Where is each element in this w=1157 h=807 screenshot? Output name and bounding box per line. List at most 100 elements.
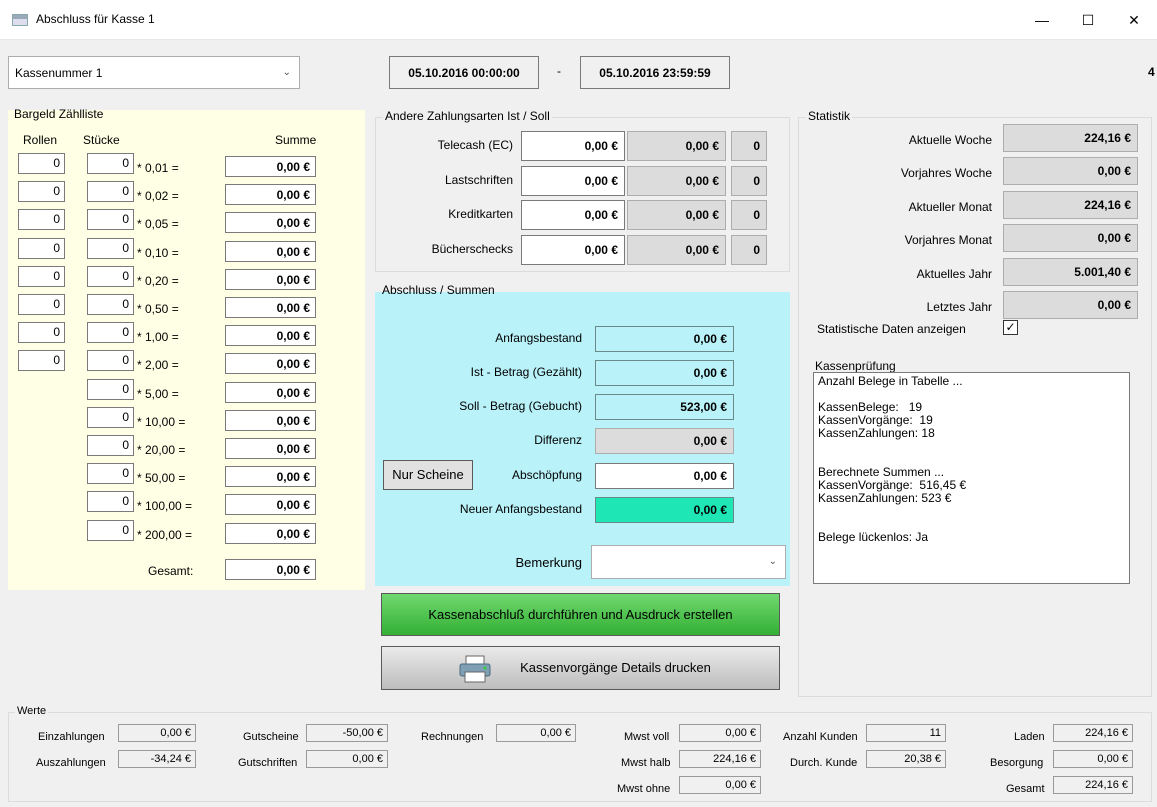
auszahlungen-value: -34,24 €: [118, 750, 196, 768]
factor-label: * 0,05 =: [137, 217, 179, 232]
zahlungsart-ist-input[interactable]: 0,00 €: [521, 131, 625, 161]
kasse-select[interactable]: Kassenummer 1 ⌄: [8, 56, 300, 89]
besorgung-label: Besorgung: [990, 757, 1044, 769]
minimize-button[interactable]: —: [1019, 6, 1065, 34]
zahlungsart-count: 0: [731, 234, 767, 265]
bemerkung-select[interactable]: ⌄: [591, 545, 786, 579]
zahlungsart-label: Bücherschecks: [431, 241, 513, 256]
einzahlungen-label: Einzahlungen: [38, 731, 105, 743]
statistik-label: Vorjahres Monat: [904, 233, 992, 248]
close-button[interactable]: ✕: [1111, 6, 1157, 34]
row-summe: 0,00 €: [225, 353, 316, 375]
row-summe: 0,00 €: [225, 184, 316, 206]
rollen-input[interactable]: 0: [18, 350, 65, 372]
zahlungsart-ist-input[interactable]: 0,00 €: [521, 200, 625, 231]
gutschriften-value: 0,00 €: [306, 750, 388, 768]
statistik-value: 0,00 €: [1003, 291, 1138, 319]
maximize-button[interactable]: ☐: [1065, 6, 1111, 34]
gutscheine-value: -50,00 €: [306, 724, 388, 742]
abschluss-title: Abschluss / Summen: [382, 283, 495, 297]
zahlungsart-label: Telecash (EC): [437, 138, 513, 152]
auszahlungen-label: Auszahlungen: [36, 757, 106, 769]
zahlungsart-label: Kreditkarten: [448, 207, 513, 222]
mwst-voll-value: 0,00 €: [679, 724, 761, 742]
gutschriften-label: Gutschriften: [238, 757, 298, 769]
laden-value: 224,16 €: [1053, 724, 1133, 742]
rollen-input[interactable]: 0: [18, 294, 65, 315]
date-to: 05.10.2016 23:59:59: [580, 56, 730, 89]
abschoepfung-label: Abschöpfung: [511, 468, 582, 482]
rollen-input[interactable]: 0: [18, 181, 65, 203]
title-bar: Abschluss für Kasse 1 — ☐ ✕: [0, 0, 1157, 40]
stuecke-input[interactable]: 0: [87, 350, 134, 372]
zahlungsart-ist-input[interactable]: 0,00 €: [521, 165, 625, 196]
rollen-input[interactable]: 0: [18, 209, 65, 231]
rollen-input[interactable]: 0: [18, 153, 65, 174]
statistik-label: Letztes Jahr: [926, 300, 992, 314]
factor-label: * 0,20 =: [137, 273, 179, 288]
stuecke-input[interactable]: 0: [87, 519, 134, 541]
row-summe: 0,00 €: [225, 297, 316, 318]
stuecke-input[interactable]: 0: [87, 294, 134, 315]
details-drucken-button[interactable]: Kassenvorgänge Details drucken: [381, 646, 780, 690]
chevron-down-icon: ⌄: [768, 556, 777, 567]
nur-scheine-button[interactable]: Nur Scheine: [383, 460, 473, 490]
row-summe: 0,00 €: [225, 409, 316, 431]
stuecke-input[interactable]: 0: [87, 265, 134, 287]
gesamt-label: Gesamt:: [148, 564, 194, 578]
neuer-anfangsbestand-label: Neuer Anfangsbestand: [459, 502, 582, 516]
zahlungsart-soll: 0,00 €: [627, 200, 726, 231]
mwst-ohne-label: Mwst ohne: [617, 783, 671, 795]
rollen-input[interactable]: 0: [18, 237, 65, 259]
factor-label: * 1,00 =: [137, 330, 179, 345]
stuecke-input[interactable]: 0: [87, 491, 134, 513]
stuecke-input[interactable]: 0: [87, 378, 134, 400]
mwst-halb-value: 224,16 €: [679, 750, 761, 768]
kasse-select-value: Kassenummer 1: [15, 66, 103, 80]
werte-gesamt-label: Gesamt: [1006, 783, 1045, 795]
row-summe: 0,00 €: [225, 381, 316, 403]
kassenpruefung-text[interactable]: Anzahl Belege in Tabelle ... KassenBeleg…: [813, 372, 1130, 584]
statistik-label: Aktuelles Jahr: [916, 266, 992, 281]
col-summe: Summe: [275, 133, 317, 147]
statistik-label: Vorjahres Woche: [900, 166, 992, 181]
rollen-input[interactable]: 0: [18, 322, 65, 344]
statistik-value: 0,00 €: [1003, 224, 1138, 253]
zahlungsart-count: 0: [731, 200, 767, 231]
anzahl-kunden-value: 11: [866, 724, 946, 742]
stuecke-input[interactable]: 0: [87, 181, 134, 203]
anzahl-kunden-label: Anzahl Kunden: [783, 731, 858, 743]
corner-value: 4: [1148, 65, 1155, 79]
werte-gesamt-value: 224,16 €: [1053, 776, 1133, 794]
abschoepfung-input[interactable]: 0,00 €: [595, 463, 734, 489]
factor-label: * 100,00 =: [137, 499, 193, 514]
stuecke-input[interactable]: 0: [87, 463, 134, 485]
stat-anzeigen-checkbox[interactable]: ✓: [1003, 320, 1018, 335]
statistik-label: Aktueller Monat: [908, 199, 992, 214]
row-summe: 0,00 €: [225, 156, 316, 177]
anfangsbestand-label: Anfangsbestand: [495, 331, 582, 345]
date-separator: -: [557, 64, 561, 78]
app-icon: [12, 14, 28, 26]
zahlungsart-ist-input[interactable]: 0,00 €: [521, 234, 625, 265]
stuecke-input[interactable]: 0: [87, 237, 134, 259]
rollen-input[interactable]: 0: [18, 265, 65, 287]
factor-label: * 50,00 =: [137, 471, 186, 486]
stuecke-input[interactable]: 0: [87, 322, 134, 344]
kassenabschluss-button[interactable]: Kassenabschluß durchführen und Ausdruck …: [381, 593, 780, 636]
stuecke-input[interactable]: 0: [87, 406, 134, 428]
differenz-value: 0,00 €: [595, 428, 734, 454]
stuecke-input[interactable]: 0: [87, 153, 134, 174]
printer-icon: [459, 655, 491, 683]
mwst-ohne-value: 0,00 €: [679, 776, 761, 794]
bargeld-title: Bargeld Zählliste: [14, 107, 104, 121]
werte-title: Werte: [15, 705, 49, 717]
soll-betrag-label: Soll - Betrag (Gebucht): [459, 399, 582, 413]
row-summe: 0,00 €: [225, 522, 316, 544]
stuecke-input[interactable]: 0: [87, 209, 134, 231]
statistik-value: 5.001,40 €: [1003, 257, 1138, 286]
statistik-value: 0,00 €: [1003, 157, 1138, 186]
date-from: 05.10.2016 00:00:00: [389, 56, 539, 89]
statistik-value: 224,16 €: [1003, 124, 1138, 152]
stuecke-input[interactable]: 0: [87, 435, 134, 456]
